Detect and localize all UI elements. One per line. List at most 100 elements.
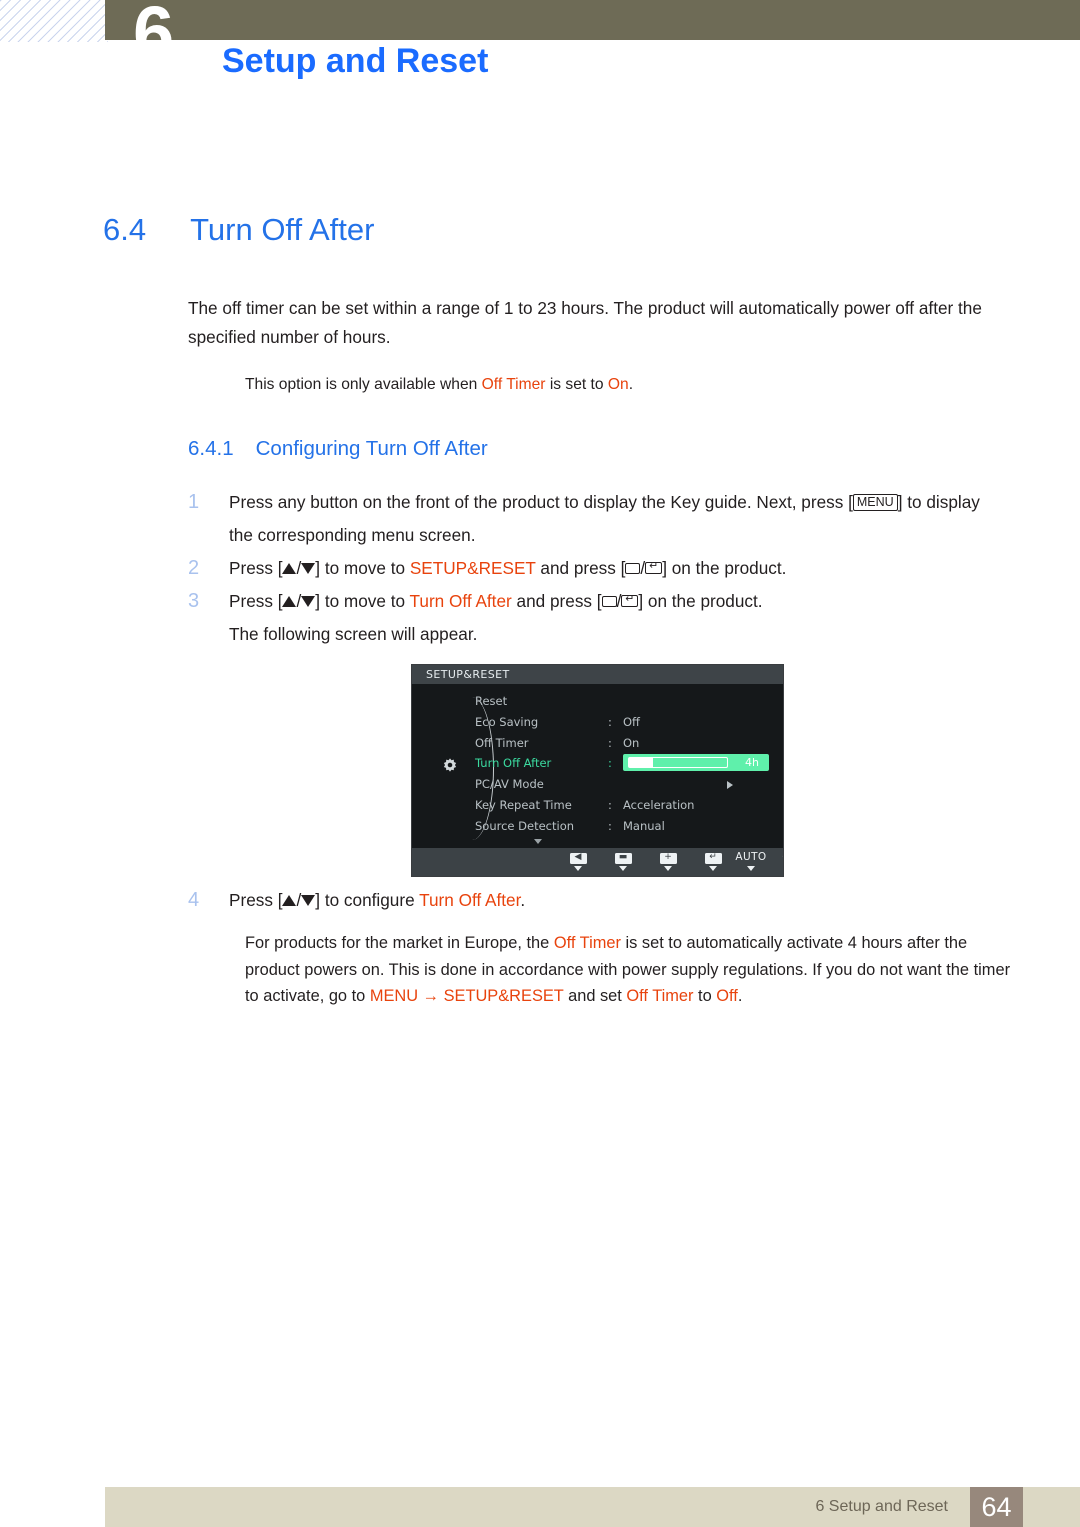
osd-plus-button[interactable]: +	[645, 850, 691, 871]
europe-arrow: →	[418, 987, 444, 1005]
step-text-2: ] to move to	[315, 591, 410, 611]
hatch-decoration	[0, 0, 108, 42]
chevron-down-icon	[574, 866, 582, 871]
osd-row-source-detection[interactable]: Source Detection: Manual	[475, 816, 775, 837]
osd-button-bar: ◀ ▬ + ↵ AUTO ⏻	[412, 848, 783, 876]
osd-row-sep: :	[608, 797, 612, 812]
instruction-steps: 1 Press any button on the front of the p…	[188, 486, 1022, 651]
menu-key-cap: MENU	[852, 493, 898, 511]
osd-row-turn-off-after[interactable]: Turn Off After: 4h	[475, 753, 775, 774]
osd-menu-list: Reset Eco Saving: Off Off Timer: On Turn O…	[475, 691, 775, 837]
note-text-2: is set to	[545, 376, 608, 393]
step-text-c: ] to configure	[315, 890, 420, 910]
step-text: Press [/] to configure Turn Off After.	[188, 890, 525, 910]
chevron-down-icon	[783, 866, 784, 871]
subsection-title: 6.4.1 Configuring Turn Off After	[188, 437, 488, 461]
step-text: Press [	[229, 558, 283, 578]
chevron-down-icon	[664, 866, 672, 871]
osd-row-sep: :	[608, 735, 612, 750]
step-item: 3 Press [/] to move to Turn Off After an…	[188, 585, 1022, 651]
back-icon: ◀	[555, 850, 601, 864]
osd-row-key-repeat-time[interactable]: Key Repeat Time: Acceleration	[475, 795, 775, 816]
chevron-down-icon	[747, 866, 755, 871]
section-title: Turn Off After	[190, 212, 375, 247]
step-text-line2: The following screen will appear.	[229, 624, 478, 644]
arrow-down-icon	[301, 894, 316, 906]
intro-line-1: The off timer can be set within a range …	[188, 298, 982, 318]
osd-row-eco-saving[interactable]: Eco Saving: Off	[475, 712, 775, 733]
window-key-icon	[625, 562, 641, 574]
arrow-down-icon	[301, 562, 316, 574]
minus-icon-box: ▬	[614, 852, 632, 864]
osd-row-label: PC/AV Mode	[475, 777, 544, 792]
arrow-down-icon	[301, 595, 316, 607]
step-text: Press [	[229, 591, 283, 611]
chevron-down-icon	[709, 866, 717, 871]
europe-term-menu: MENU	[369, 987, 419, 1005]
osd-row-label: Eco Saving	[475, 714, 539, 729]
gear-icon	[443, 758, 457, 772]
chevron-right-icon	[727, 781, 733, 790]
enter-key-icon: ↵	[645, 562, 663, 575]
osd-back-button[interactable]: ◀	[555, 850, 601, 871]
europe-text-7: .	[737, 987, 743, 1005]
osd-row-off-timer[interactable]: Off Timer: On	[475, 733, 775, 754]
step-term-turn-off-after: Turn Off After	[409, 591, 512, 611]
osd-body: Reset Eco Saving: Off Off Timer: On Turn O…	[412, 684, 783, 848]
step-text-4: ] on the product.	[662, 558, 787, 578]
power-icon: ⏻	[764, 850, 784, 864]
europe-text-2: is set to automatically activate 4 hours…	[620, 934, 968, 952]
osd-row-sep: :	[608, 714, 612, 729]
note-text-1: This option is only available when	[245, 376, 482, 393]
enter-key-icon: ↵	[621, 595, 639, 608]
osd-row-reset[interactable]: Reset	[475, 691, 775, 712]
europe-regulation-note: For products for the market in Europe, t…	[245, 930, 1015, 1010]
step-number: 3	[188, 590, 200, 612]
chapter-title: Setup and Reset	[222, 42, 489, 80]
subsection-number: 6.4.1	[188, 437, 234, 460]
step-term-setup-reset: SETUP&RESET	[409, 558, 536, 578]
step-text: Press any button on the front of the pro…	[229, 492, 853, 512]
step-number: 1	[188, 491, 200, 513]
osd-row-label: Key Repeat Time	[475, 797, 572, 812]
osd-row-label: Turn Off After	[475, 756, 552, 771]
intro-paragraph: The off timer can be set within a range …	[188, 294, 1018, 352]
step-text-2: ] to move to	[315, 558, 410, 578]
osd-power-button[interactable]: ⏻	[764, 850, 784, 871]
europe-text-5: and set	[563, 987, 627, 1005]
slider-track	[628, 757, 728, 769]
osd-minus-button[interactable]: ▬	[600, 850, 646, 871]
arrow-up-icon	[282, 595, 297, 607]
osd-row-value: Manual	[623, 818, 665, 833]
footer-bar: 6 Setup and Reset 64	[105, 1487, 1080, 1527]
step-item: 1 Press any button on the front of the p…	[188, 486, 1022, 552]
page-title: 6.4 Turn Off After	[103, 212, 374, 248]
scroll-down-icon[interactable]	[534, 839, 542, 844]
osd-row-label: Reset	[475, 694, 508, 708]
europe-term-setup-reset: SETUP&RESET	[443, 987, 564, 1005]
osd-row-label: Off Timer	[475, 735, 529, 750]
step-text-line2: the corresponding menu screen.	[229, 525, 476, 545]
footer-chapter-label: 6 Setup and Reset	[815, 1498, 948, 1515]
chapter-header-bar: 6	[105, 0, 1080, 40]
note-term-on: On	[607, 376, 629, 393]
plus-icon-box: +	[659, 852, 677, 864]
osd-row-sep: :	[608, 818, 612, 833]
europe-text-3: product powers on. This is done in accor…	[245, 960, 970, 979]
turn-off-after-slider[interactable]: 4h	[623, 754, 769, 772]
europe-text-6: to	[693, 987, 717, 1005]
osd-row-pc-av-mode[interactable]: PC/AV Mode	[475, 774, 775, 795]
osd-row-value: On	[623, 735, 640, 750]
enter-icon-box: ↵	[704, 852, 722, 864]
step-number: 2	[188, 557, 200, 579]
note-text-3: .	[628, 376, 634, 393]
chevron-down-icon	[619, 866, 627, 871]
europe-term-off-timer-1: Off Timer	[553, 934, 621, 952]
osd-row-sep: :	[608, 756, 612, 771]
step-item: 2 Press [/] to move to SETUP&RESET and p…	[188, 552, 1022, 585]
subsection-label: Configuring Turn Off After	[255, 437, 488, 460]
slider-fill	[629, 758, 653, 768]
step-text-a: Press [	[229, 890, 283, 910]
step-text-cont: ] to display	[897, 492, 980, 512]
europe-text-1: For products for the market in Europe, t…	[245, 934, 554, 952]
